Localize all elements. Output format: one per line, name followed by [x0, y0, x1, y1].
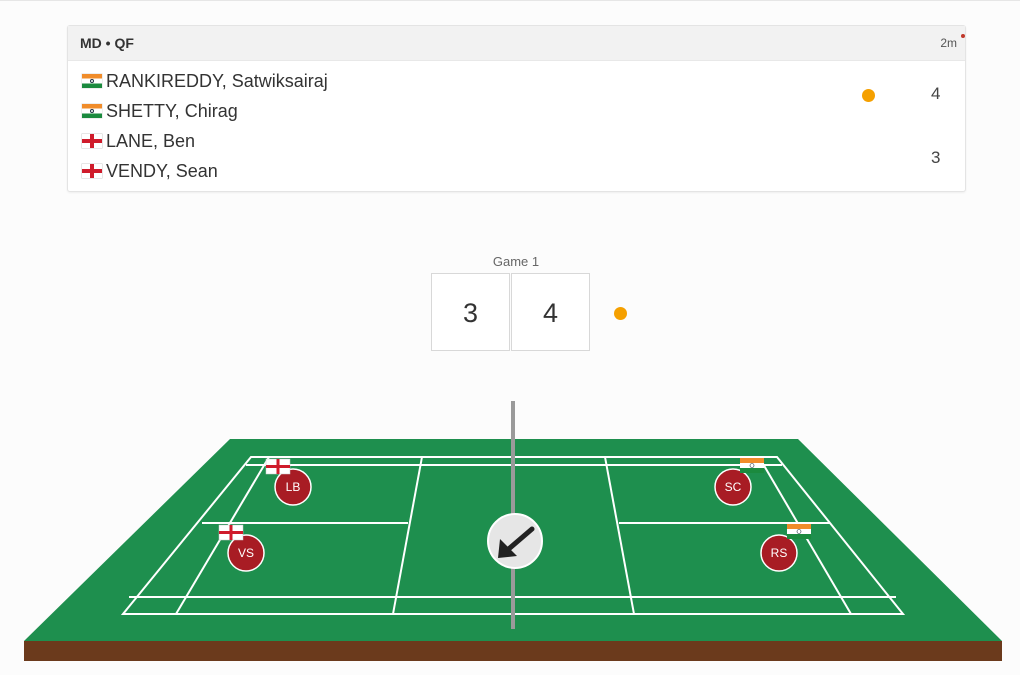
- team2-player2: VENDY, Sean: [82, 160, 218, 182]
- badminton-court: LB VS SC RS: [24, 401, 1002, 661]
- england-flag-icon: [82, 134, 102, 148]
- india-flag-icon: [787, 524, 811, 539]
- match-card-header: MD • QF 2m: [68, 26, 965, 61]
- event-label: MD • QF: [80, 35, 134, 51]
- player-initials: LB: [286, 480, 301, 494]
- england-flag-icon: [265, 458, 291, 475]
- player-initials: RS: [771, 546, 788, 560]
- player-initials: VS: [238, 546, 254, 560]
- live-indicator-icon: [961, 34, 965, 38]
- player-initials: SC: [725, 480, 742, 494]
- india-flag-icon: [82, 74, 102, 88]
- india-flag-icon: [740, 458, 764, 473]
- team2-score: 3: [931, 148, 941, 167]
- player-name: VENDY, Sean: [106, 161, 218, 181]
- court-base: [24, 641, 1002, 661]
- shuttle-direction-indicator: [487, 513, 543, 569]
- england-flag-icon: [218, 524, 244, 541]
- game-score-right: 4: [511, 273, 590, 351]
- player-name: RANKIREDDY, Satwiksairaj: [106, 71, 328, 91]
- elapsed-time: 2m: [940, 36, 957, 50]
- team1-score: 4: [931, 84, 941, 103]
- game-score-left: 3: [431, 273, 510, 351]
- game-label: Game 1: [492, 254, 540, 269]
- india-flag-icon: [82, 104, 102, 118]
- england-flag-icon: [82, 164, 102, 178]
- player-name: LANE, Ben: [106, 131, 196, 151]
- team1-player2: SHETTY, Chirag: [82, 100, 238, 122]
- player-name: SHETTY, Chirag: [106, 101, 238, 121]
- serving-indicator-icon: [862, 89, 875, 102]
- match-card[interactable]: MD • QF 2m RANKIREDDY, Satwiksairaj SHET…: [67, 25, 966, 192]
- team1-player1: RANKIREDDY, Satwiksairaj: [82, 70, 328, 92]
- game-serving-indicator-icon: [614, 307, 627, 320]
- team2-player1: LANE, Ben: [82, 130, 195, 152]
